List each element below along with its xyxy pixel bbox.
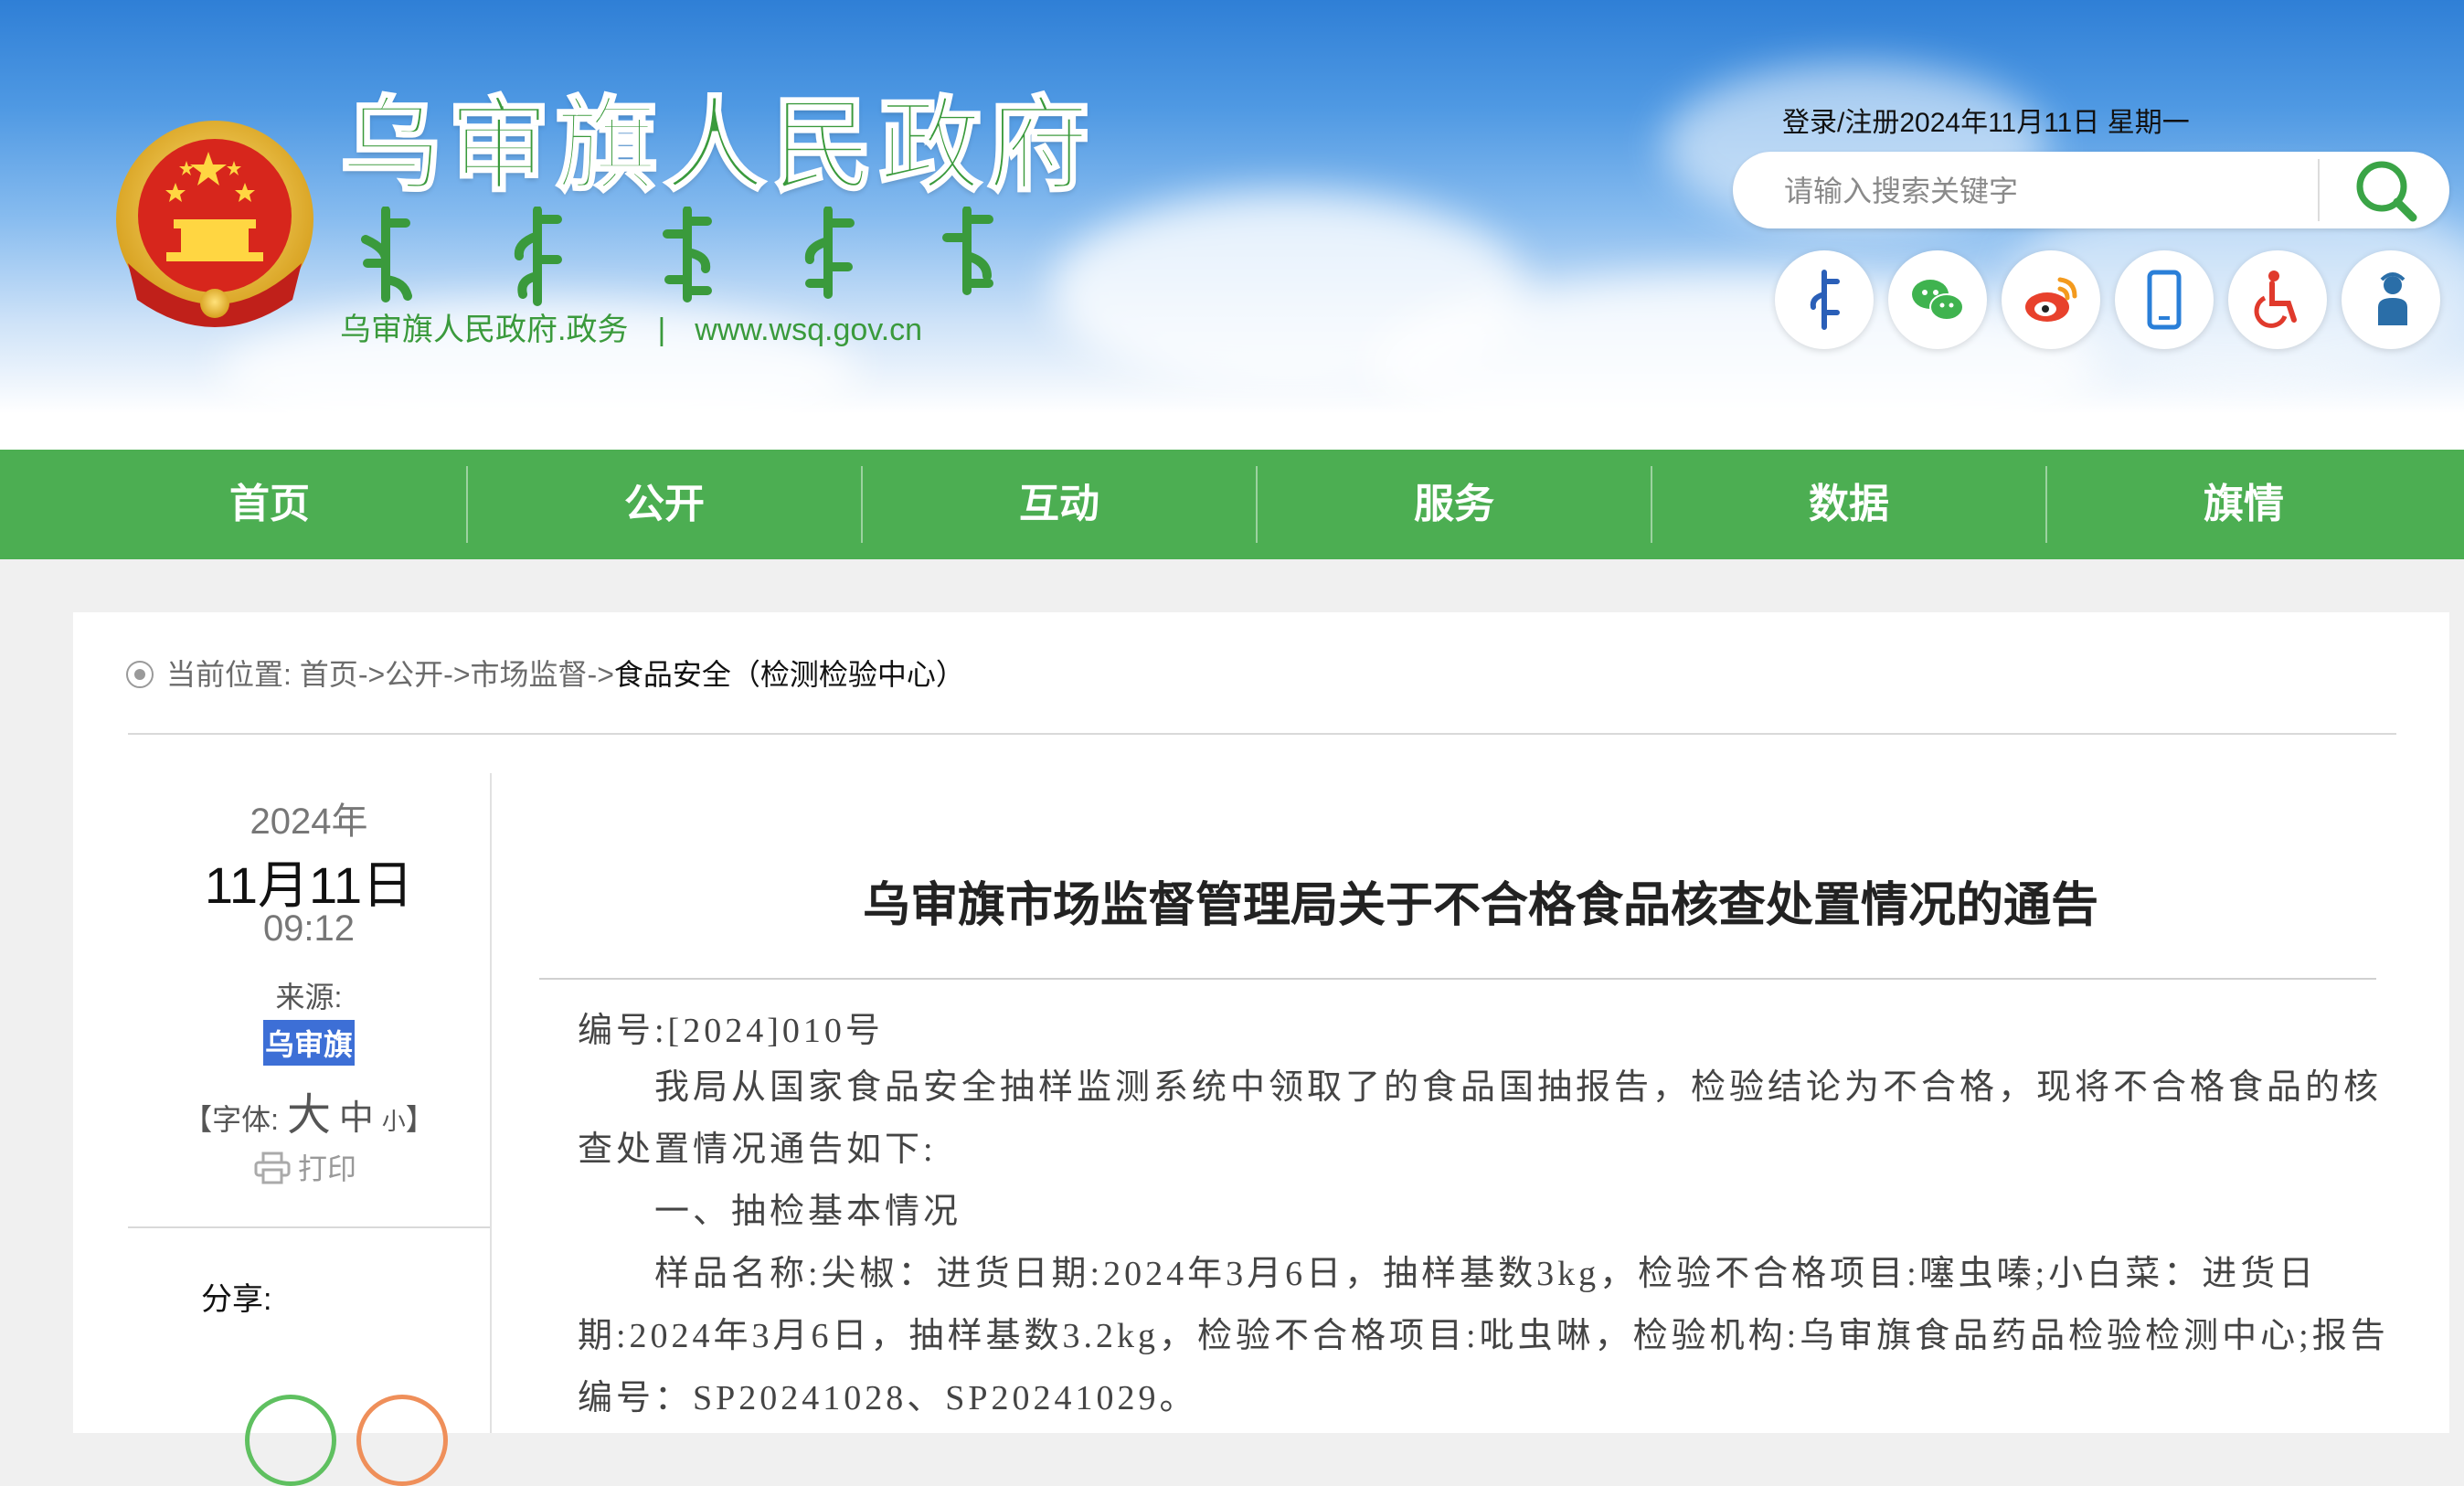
article-paragraph: 我局从国家食品安全抽样监测系统中领取了的食品国抽报告，检验结论为不合格，现将不合… [578, 1068, 2383, 1169]
site-url[interactable]: www.wsq.gov.cn [695, 313, 922, 347]
font-size-small[interactable]: 小 [382, 1108, 406, 1135]
mongolian-title-icon [349, 207, 1007, 307]
font-label-open: 【字体: [183, 1103, 280, 1136]
article-number: 编号:[2024]010号 [578, 1012, 884, 1050]
font-label-close: 】 [405, 1103, 435, 1136]
location-icon [126, 661, 154, 688]
subtitle-separator: | [657, 313, 666, 347]
search-button[interactable] [2336, 155, 2437, 225]
nav-service[interactable]: 服务 [1258, 450, 1651, 559]
printer-icon [254, 1152, 291, 1184]
breadcrumb: 当前位置: 首页->公开->市场监督->食品安全（检测检验中心） [126, 656, 965, 693]
font-size-large[interactable]: 大 [287, 1091, 331, 1140]
site-name: 乌审旗人民政府 [339, 89, 1095, 203]
accessibility-button[interactable] [2228, 250, 2327, 349]
search-box [1733, 152, 2449, 228]
breadcrumb-home[interactable]: 首页 [300, 658, 358, 691]
nav-interact[interactable]: 互动 [863, 450, 1256, 559]
quick-icons [1775, 250, 2451, 351]
wechat-icon [1912, 280, 1964, 321]
search-input[interactable] [1782, 168, 2352, 214]
title-divider [539, 978, 2376, 980]
publish-date: 11月11日 [204, 856, 414, 914]
share-wechat-icon[interactable] [245, 1395, 336, 1486]
content-card: 当前位置: 首页->公开->市场监督->食品安全（检测检验中心） 2024年 1… [73, 612, 2449, 1486]
article-body: 编号:[2024]010号 我局从国家食品安全抽样监测系统中领取了的食品国抽报告… [578, 1005, 2396, 1429]
mongolian-script-icon [1810, 270, 1840, 330]
elderly-care-icon [2378, 272, 2407, 325]
mobile-icon [2147, 270, 2182, 330]
breadcrumb-arrow: -> [443, 658, 471, 691]
share-label: 分享: [201, 1282, 272, 1317]
current-date: 2024年11月11日 星期一 [1899, 108, 2190, 138]
breadcrumb-arrow: -> [587, 658, 614, 691]
elderly-care-button[interactable] [2342, 250, 2440, 349]
breadcrumb-arrow: -> [357, 658, 386, 691]
search-icon [2356, 161, 2417, 222]
font-size-control: 【字体: 大 中 小】 [128, 1078, 490, 1142]
mongolian-version-button[interactable] [1775, 250, 1874, 349]
print-label: 打印 [298, 1152, 357, 1185]
article-paragraph: 样品名称:尖椒：进货日期:2024年3月6日，抽样基数3kg，检验不合格项目:噻… [578, 1255, 2389, 1417]
search-divider [2318, 159, 2320, 221]
publish-year: 2024年 [250, 801, 368, 842]
font-size-medium[interactable]: 中 [339, 1099, 374, 1138]
breadcrumb-open[interactable]: 公开 [385, 658, 443, 691]
sidebar-border [490, 773, 492, 1433]
source-value: 乌审旗 [263, 1020, 356, 1066]
mobile-button[interactable] [2115, 250, 2214, 349]
article-title: 乌审旗市场监督管理局关于不合格食品核查处置情况的通告 [862, 879, 2098, 932]
share-weibo-icon[interactable] [356, 1395, 448, 1486]
breadcrumb-market[interactable]: 市场监督 [471, 658, 588, 691]
nav-data[interactable]: 数据 [1652, 450, 2045, 559]
weibo-icon [2025, 277, 2077, 322]
nav-home[interactable]: 首页 [73, 450, 466, 559]
sidebar-divider [128, 1226, 490, 1228]
user-date-bar: 登录/注册2024年11月11日 星期一 [1782, 110, 2190, 137]
site-header: 乌审旗人民政府 乌审旗人民政府.政务 | www.wsq.gov.cn 登录/注册2… [0, 0, 2464, 450]
login-register-link[interactable]: 登录/注册 [1782, 108, 1899, 138]
accessibility-icon [2254, 271, 2297, 328]
national-emblem-icon [116, 121, 313, 327]
nav-open[interactable]: 公开 [468, 450, 861, 559]
breadcrumb-current[interactable]: 食品安全（检测检验中心） [614, 658, 965, 691]
site-subtitle-left: 乌审旗人民政府.政务 [340, 313, 629, 347]
publish-time: 09:12 [262, 908, 356, 949]
breadcrumb-divider [128, 733, 2396, 735]
print-button[interactable]: 打印 [254, 1146, 356, 1188]
nav-banner[interactable]: 旗情 [2047, 450, 2440, 559]
main-nav: 首页 公开 互动 服务 数据 旗情 [0, 450, 2464, 559]
source-label: 来源: [275, 981, 343, 1014]
wechat-button[interactable] [1888, 250, 1987, 349]
article-section-heading: 一、抽检基本情况 [654, 1193, 962, 1231]
weibo-button[interactable] [2002, 250, 2100, 349]
breadcrumb-label: 当前位置: [166, 658, 292, 691]
site-subtitle: 乌审旗人民政府.政务 | www.wsq.gov.cn [340, 314, 922, 345]
